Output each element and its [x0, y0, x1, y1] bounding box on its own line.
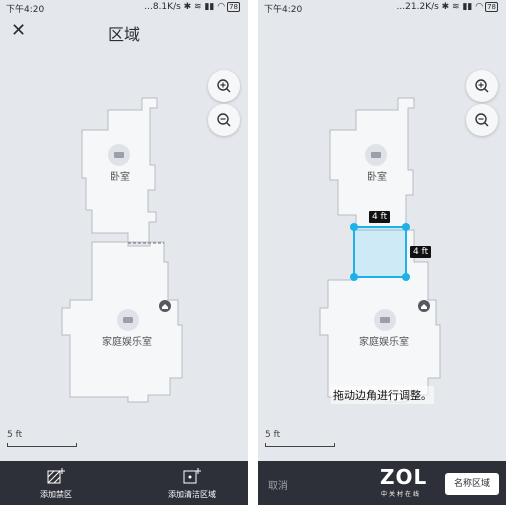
clean-zone-selection[interactable]: [350, 223, 410, 281]
zoom-out-icon: [475, 113, 489, 127]
add-forbidden-zone-button[interactable]: 添加禁区: [36, 467, 76, 500]
cancel-button[interactable]: 取消: [268, 477, 288, 492]
dimension-tag-height: 4 ft: [410, 246, 432, 258]
add-clean-label: 添加清洁区域: [168, 490, 216, 499]
room-icon: [108, 144, 130, 166]
scale-bar: [265, 443, 335, 447]
clean-zone-icon: [183, 468, 201, 484]
room-label-bedroom: 卧室: [367, 172, 387, 183]
scale-bar: [7, 443, 77, 447]
bottom-bar: 添加禁区 添加清洁区域: [0, 461, 248, 505]
home-icon: [418, 300, 430, 312]
zoom-in-button[interactable]: [208, 70, 240, 102]
zoom-out-button[interactable]: [208, 104, 240, 136]
screen-left: 下午4:20 ...8.1K/s ✱ ≋ ▮▮ ◠ 78 ✕ 区域 卧室 家庭娱乐…: [0, 0, 248, 505]
room-icon: [117, 309, 139, 331]
zoom-out-icon: [217, 113, 231, 127]
drag-hint-text: 拖动边角进行调整。: [331, 386, 434, 404]
room-label-bedroom: 卧室: [110, 172, 130, 183]
resize-handle-top-left: [350, 223, 358, 231]
bottom-bar: 取消 ZOL 中关村在线 名称区域: [258, 461, 506, 505]
room-label-family: 家庭娱乐室: [102, 337, 152, 348]
resize-handle-bottom-right: [402, 273, 410, 281]
watermark-subtitle: 中关村在线: [381, 491, 422, 498]
zoom-out-button[interactable]: [466, 104, 498, 136]
screen-right: 下午4:20 ...21.2K/s ✱ ≋ ▮▮ ◠ 78 卧室 家庭娱乐室 4 …: [258, 0, 506, 505]
room-icon: [365, 144, 387, 166]
scale-label: 5 ft: [7, 430, 23, 440]
add-clean-zone-button[interactable]: 添加清洁区域: [164, 467, 220, 500]
resize-handle-top-right: [402, 223, 410, 231]
watermark-logo: ZOL: [380, 465, 428, 489]
zoom-in-icon: [475, 79, 489, 93]
zoom-in-button[interactable]: [466, 70, 498, 102]
zoom-in-icon: [217, 79, 231, 93]
home-icon: [159, 300, 171, 312]
floor-map: [61, 97, 183, 403]
forbidden-zone-icon: [47, 468, 65, 484]
scale-label: 5 ft: [265, 430, 281, 440]
name-area-button[interactable]: 名称区域: [445, 473, 499, 495]
add-forbidden-label: 添加禁区: [40, 490, 72, 499]
dimension-tag-width: 4 ft: [369, 211, 391, 223]
room-label-family: 家庭娱乐室: [359, 337, 409, 348]
room-icon: [374, 309, 396, 331]
resize-handle-bottom-left: [350, 273, 358, 281]
